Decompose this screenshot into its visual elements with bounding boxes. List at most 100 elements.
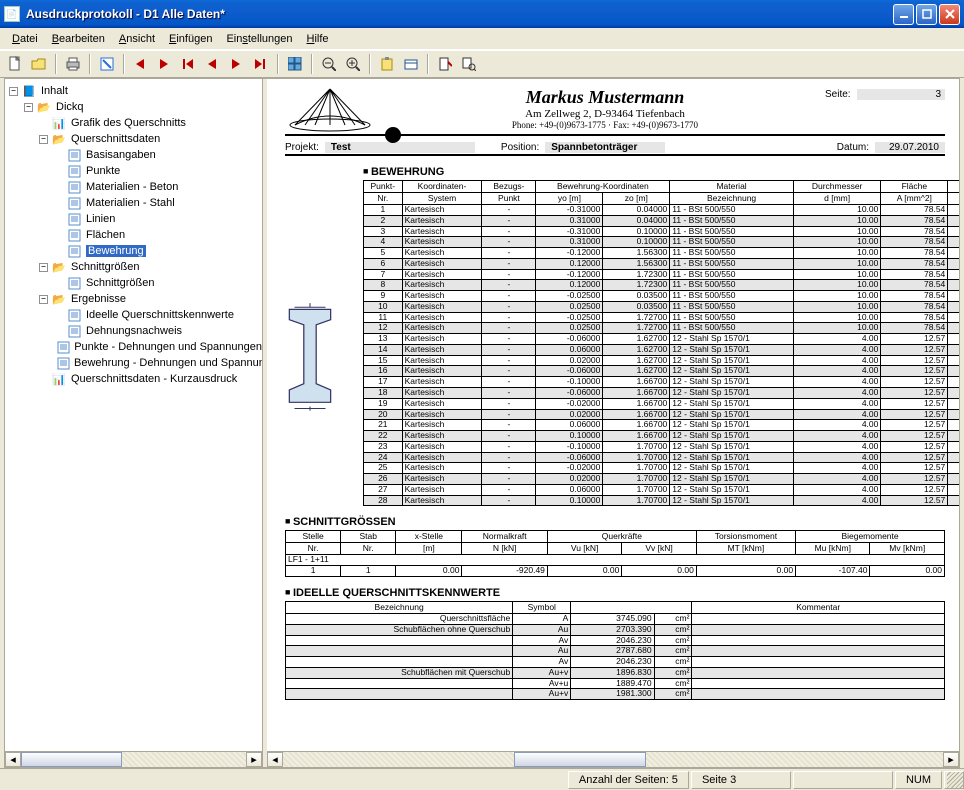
table-row: 12Kartesisch-0.025001.7270011 - BSt 500/…: [364, 323, 960, 334]
seite-label: Seite:: [825, 89, 851, 100]
table-row: 110.00-920.490.000.000.00-107.400.00: [286, 566, 945, 577]
chart-icon: 📊: [51, 372, 67, 386]
app-icon: 📄: [4, 6, 20, 22]
clipboard-icon[interactable]: [376, 53, 398, 75]
tree-item[interactable]: Dehnungsnachweis: [54, 323, 262, 339]
next-page-icon[interactable]: [226, 53, 248, 75]
menu-bearbeiten[interactable]: Bearbeiten: [46, 31, 111, 47]
tree-ergebnisse[interactable]: −📂Ergebnisse: [39, 291, 262, 307]
tree-schnittgroessen[interactable]: −📂Schnittgrößen: [39, 259, 262, 275]
page-icon: [66, 180, 82, 194]
export-icon[interactable]: [400, 53, 422, 75]
tree-item[interactable]: Punkte: [54, 163, 262, 179]
tree-item[interactable]: Punkte - Dehnungen und Spannungen: [54, 339, 262, 355]
folder-open-icon: 📂: [36, 100, 52, 114]
table-row: 27Kartesisch-0.060001.7070012 - Stahl Sp…: [364, 484, 960, 495]
maximize-button[interactable]: [916, 4, 937, 25]
table-row: 1Kartesisch--0.310000.0400011 - BSt 500/…: [364, 205, 960, 216]
table-row: 4Kartesisch-0.310000.1000011 - BSt 500/5…: [364, 237, 960, 248]
menu-hilfe[interactable]: Hilfe: [301, 31, 335, 47]
tree-item[interactable]: Schnittgrößen: [54, 275, 262, 291]
page-icon: [66, 212, 82, 226]
scroll-right-icon[interactable]: ▸: [246, 752, 262, 767]
page-icon: [66, 164, 82, 178]
tree-item[interactable]: Materialien - Beton: [54, 179, 262, 195]
zoom-out-icon[interactable]: [318, 53, 340, 75]
page-icon: [66, 324, 82, 338]
tree-item[interactable]: Basisangaben: [54, 147, 262, 163]
table-row: 15Kartesisch-0.020001.6270012 - Stahl Sp…: [364, 355, 960, 366]
tree-item[interactable]: Materialien - Stahl: [54, 195, 262, 211]
table-row: 11Kartesisch--0.025001.7270011 - BSt 500…: [364, 312, 960, 323]
table-row: Av+u1889.470cm²: [286, 678, 945, 689]
new-icon[interactable]: [4, 53, 26, 75]
menu-einstellungen[interactable]: Einstellungen: [220, 31, 298, 47]
prev-page-icon[interactable]: [202, 53, 224, 75]
tree-item[interactable]: Flächen: [54, 227, 262, 243]
scroll-right-icon[interactable]: ▸: [943, 752, 959, 767]
table-row: 14Kartesisch-0.060001.6270012 - Stahl Sp…: [364, 344, 960, 355]
status-page: Seite 3: [691, 771, 791, 789]
find-icon[interactable]: [458, 53, 480, 75]
status-num: NUM: [895, 771, 942, 789]
tree-hscrollbar[interactable]: ◂ ▸: [5, 751, 262, 767]
statusbar: Anzahl der Seiten: 5 Seite 3 NUM: [0, 768, 964, 790]
tree-grafik[interactable]: 📊Grafik des Querschnitts: [39, 115, 262, 131]
section-ideelle: IDEELLE QUERSCHNITTSKENNWERTE: [285, 587, 945, 599]
header-address: Am Zellweg 2, D-93464 Tiefenbach: [385, 108, 825, 120]
table-row: 16Kartesisch--0.060001.6270012 - Stahl S…: [364, 366, 960, 377]
table-row: 20Kartesisch-0.020001.6670012 - Stahl Sp…: [364, 409, 960, 420]
report-hscrollbar[interactable]: ◂ ▸: [267, 751, 959, 767]
minimize-button[interactable]: [893, 4, 914, 25]
window-title: Ausdruckprotokoll - D1 Alle Daten*: [26, 7, 893, 21]
tree-dickq[interactable]: −📂Dickq: [24, 99, 262, 115]
position-label: Position:: [501, 142, 539, 153]
seite-value: 3: [857, 89, 945, 100]
open-icon[interactable]: [28, 53, 50, 75]
table-row: Av2046.230cm²: [286, 635, 945, 646]
refresh-icon[interactable]: [96, 53, 118, 75]
table-row: 19Kartesisch--0.020001.6670012 - Stahl S…: [364, 398, 960, 409]
book-icon: 📘: [21, 84, 37, 98]
scroll-left-icon[interactable]: ◂: [267, 752, 283, 767]
ideelle-table: BezeichnungSymbolKommentar Querschnittsf…: [285, 601, 945, 700]
projekt-value: Test: [325, 142, 475, 153]
menubar: Datei Bearbeiten Ansicht Einfügen Einste…: [0, 28, 964, 50]
table-row: Schubflächen ohne QuerschubAu2703.390cm²: [286, 624, 945, 635]
tree-root[interactable]: −📘Inhalt: [9, 83, 262, 99]
page-setup-icon[interactable]: [434, 53, 456, 75]
page-icon: [66, 244, 82, 258]
table-row: Av2046.230cm²: [286, 657, 945, 668]
tree-querschnittsdaten[interactable]: −📂Querschnittsdaten: [39, 131, 262, 147]
projekt-label: Projekt:: [285, 142, 319, 153]
chart-icon: 📊: [51, 116, 67, 130]
last-page-icon[interactable]: [250, 53, 272, 75]
close-button[interactable]: [939, 4, 960, 25]
first-page-icon[interactable]: [178, 53, 200, 75]
tree-item[interactable]: Linien: [54, 211, 262, 227]
menu-einfuegen[interactable]: Einfügen: [163, 31, 218, 47]
scroll-left-icon[interactable]: ◂: [5, 752, 21, 767]
prev-red-icon[interactable]: [130, 53, 152, 75]
table-row: 17Kartesisch--0.100001.6670012 - Stahl S…: [364, 377, 960, 388]
table-row: Schubflächen mit QuerschubAu+v1896.830cm…: [286, 667, 945, 678]
table-row: 10Kartesisch-0.025000.0350011 - BSt 500/…: [364, 301, 960, 312]
tree-kurzausdruck[interactable]: 📊Querschnittsdaten - Kurzausdruck: [39, 371, 262, 387]
tree-item[interactable]: Bewehrung: [54, 243, 262, 259]
table-row: Au2787.680cm²: [286, 646, 945, 657]
table-row: 21Kartesisch-0.060001.6670012 - Stahl Sp…: [364, 420, 960, 431]
next-red-icon[interactable]: [154, 53, 176, 75]
report-pane[interactable]: Markus Mustermann Am Zellweg 2, D-93464 …: [267, 79, 959, 767]
toolbar: [0, 50, 964, 78]
section-schnitt: SCHNITTGRÖSSEN: [285, 516, 945, 528]
datum-value: 29.07.2010: [875, 142, 945, 153]
print-icon[interactable]: [62, 53, 84, 75]
menu-datei[interactable]: Datei: [6, 31, 44, 47]
tree-pane[interactable]: −📘Inhalt −📂Dickq 📊Grafik des Querschnitt…: [5, 79, 263, 767]
tree-item[interactable]: Ideelle Querschnittskennwerte: [54, 307, 262, 323]
select-all-icon[interactable]: [284, 53, 306, 75]
zoom-in-icon[interactable]: [342, 53, 364, 75]
menu-ansicht[interactable]: Ansicht: [113, 31, 161, 47]
tree-item[interactable]: Bewehrung - Dehnungen und Spannungen: [54, 355, 262, 371]
header-name: Markus Mustermann: [385, 87, 825, 108]
